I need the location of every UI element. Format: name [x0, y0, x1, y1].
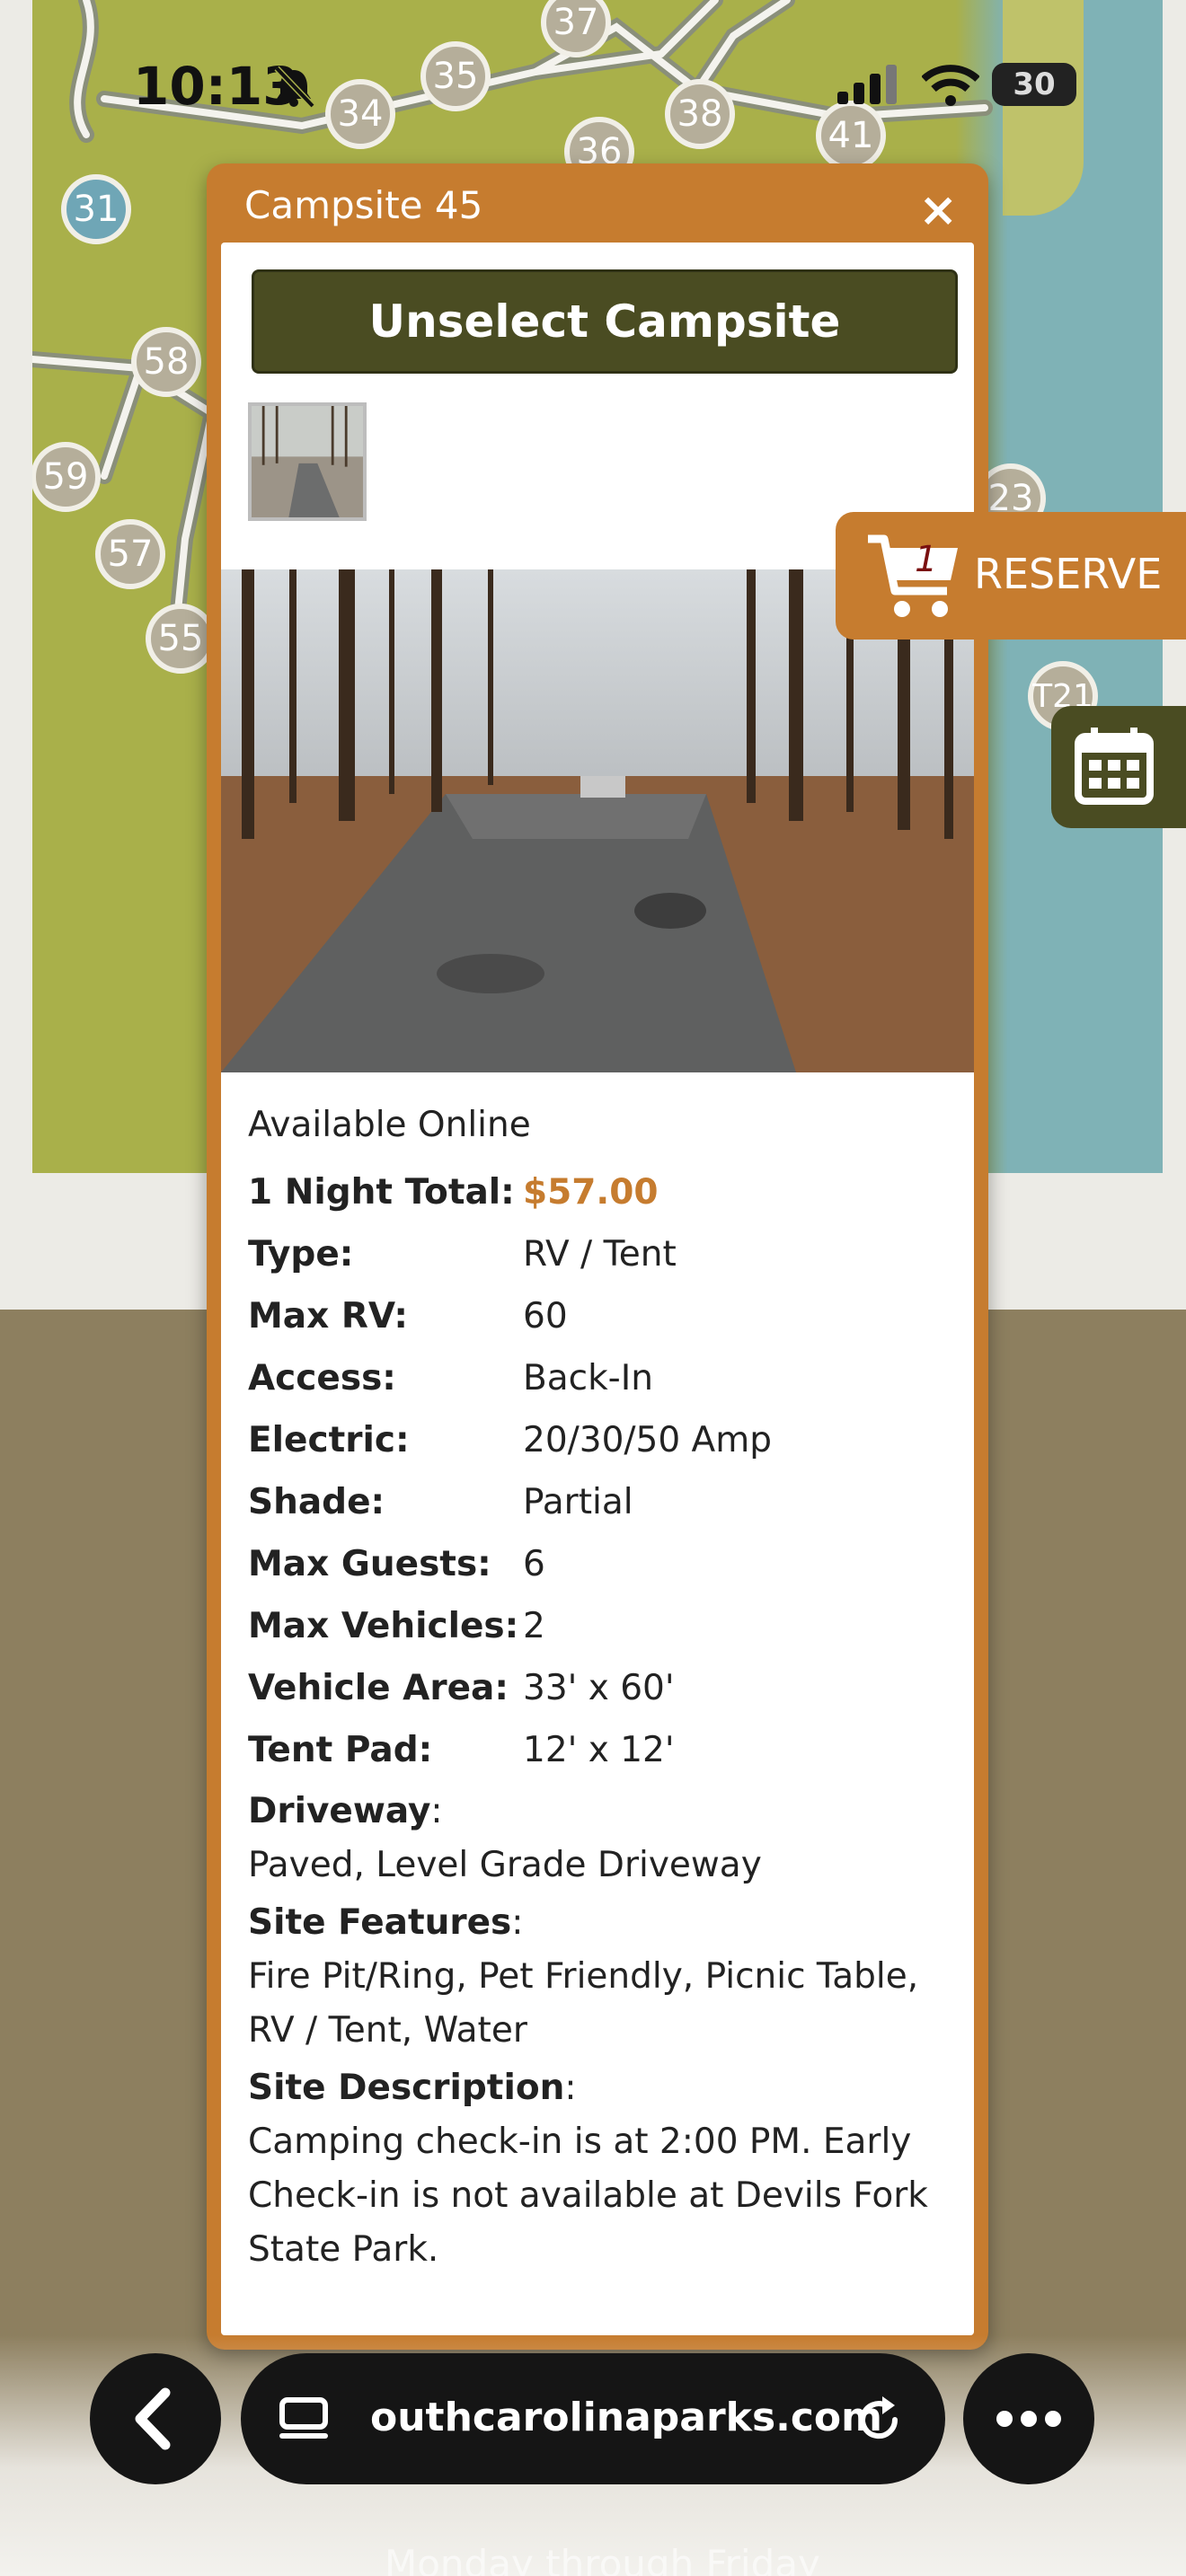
availability-status: Available Online — [248, 1105, 531, 1145]
site-marker-59[interactable]: 59 — [32, 442, 101, 512]
battery-indicator: 30 — [992, 63, 1076, 106]
silent-bell-icon — [274, 66, 315, 108]
detail-value: 33' x 60' — [523, 1668, 675, 1708]
address-bar[interactable]: outhcarolinaparks.com — [241, 2353, 945, 2484]
detail-row-max-vehicles: Max Vehicles: 2 — [248, 1595, 958, 1657]
site-features-section: Site Features: Fire Pit/Ring, Pet Friend… — [248, 1902, 919, 2051]
url-text[interactable]: outhcarolinaparks.com — [370, 2395, 882, 2440]
detail-value: Back-In — [523, 1358, 653, 1398]
tabs-icon[interactable] — [277, 2393, 331, 2447]
section-text: Paved, Level Grade Driveway — [248, 1845, 762, 1885]
footer-text: Monday through Friday — [385, 2542, 820, 2576]
back-button[interactable] — [90, 2353, 221, 2484]
detail-row-max-rv: Max RV: 60 — [248, 1285, 958, 1347]
reserve-label: RESERVE — [974, 550, 1163, 598]
shopping-cart-icon — [868, 534, 958, 617]
section-heading: Site Features — [248, 1902, 512, 1943]
detail-label: Shade: — [248, 1482, 385, 1522]
wifi-icon — [922, 65, 979, 106]
detail-value: 12' x 12' — [523, 1730, 675, 1770]
detail-row-electric: Electric: 20/30/50 Amp — [248, 1409, 958, 1471]
close-icon[interactable]: × — [918, 183, 958, 237]
site-marker-55[interactable]: 55 — [146, 604, 216, 674]
more-options-button[interactable] — [963, 2353, 1094, 2484]
calendar-icon — [1075, 728, 1154, 805]
detail-label: Max Guests: — [248, 1544, 491, 1584]
status-bar: 10:13 30 — [0, 0, 1186, 171]
section-text: Camping check-in is at 2:00 PM. Early Ch… — [248, 2122, 928, 2270]
site-description-section: Site Description: Camping check-in is at… — [248, 2068, 928, 2270]
detail-row-max-guests: Max Guests: 6 — [248, 1533, 958, 1595]
detail-value: Partial — [523, 1482, 633, 1522]
campsite-photo — [221, 569, 974, 1072]
detail-value: RV / Tent — [523, 1234, 677, 1275]
section-text: Fire Pit/Ring, Pet Friendly, Picnic Tabl… — [248, 1956, 919, 2051]
popup-title: Campsite 45 — [244, 183, 483, 227]
detail-value: 60 — [523, 1296, 568, 1337]
detail-label: Max RV: — [248, 1296, 408, 1337]
detail-row-shade: Shade: Partial — [248, 1471, 958, 1533]
campsite-popup: Campsite 45 × Unselect Campsite Availabl… — [207, 163, 988, 2350]
section-heading: Site Description — [248, 2068, 565, 2108]
detail-row-type: Type: RV / Tent — [248, 1223, 958, 1285]
detail-row-price: 1 Night Total: $57.00 — [248, 1161, 958, 1223]
battery-level: 30 — [1013, 66, 1056, 102]
detail-label: Tent Pad: — [248, 1730, 433, 1770]
detail-value: 20/30/50 Amp — [523, 1420, 772, 1460]
unselect-campsite-button[interactable]: Unselect Campsite — [252, 269, 958, 374]
detail-row-access: Access: Back-In — [248, 1347, 958, 1409]
site-marker-58[interactable]: 58 — [131, 327, 201, 397]
cart-count: 1 — [915, 539, 938, 580]
detail-value: 2 — [523, 1606, 545, 1646]
calendar-button[interactable] — [1051, 706, 1186, 828]
site-marker-57[interactable]: 57 — [95, 519, 165, 589]
campsite-thumbnail[interactable] — [248, 402, 367, 521]
detail-label: Access: — [248, 1358, 396, 1398]
driveway-section: Driveway: Paved, Level Grade Driveway — [248, 1791, 762, 1885]
detail-label: Electric: — [248, 1420, 410, 1460]
ellipsis-icon — [996, 2411, 1061, 2427]
detail-label: Type: — [248, 1234, 354, 1275]
night-total-value: $57.00 — [523, 1172, 659, 1213]
detail-label: Vehicle Area: — [248, 1668, 509, 1708]
detail-label: Max Vehicles: — [248, 1606, 519, 1646]
reload-icon[interactable] — [850, 2391, 907, 2448]
site-marker-31[interactable]: 31 — [61, 174, 131, 244]
section-heading: Driveway — [248, 1791, 431, 1831]
cell-signal-icon — [837, 65, 897, 104]
detail-row-vehicle-area: Vehicle Area: 33' x 60' — [248, 1657, 958, 1719]
campsite-details: Available Online 1 Night Total: $57.00 T… — [248, 1105, 958, 2277]
reserve-button[interactable]: 1 RESERVE — [836, 512, 1186, 640]
detail-row-tent-pad: Tent Pad: 12' x 12' — [248, 1719, 958, 1781]
detail-label: 1 Night Total: — [248, 1172, 515, 1213]
detail-value: 6 — [523, 1544, 545, 1584]
chevron-left-icon — [135, 2387, 171, 2450]
